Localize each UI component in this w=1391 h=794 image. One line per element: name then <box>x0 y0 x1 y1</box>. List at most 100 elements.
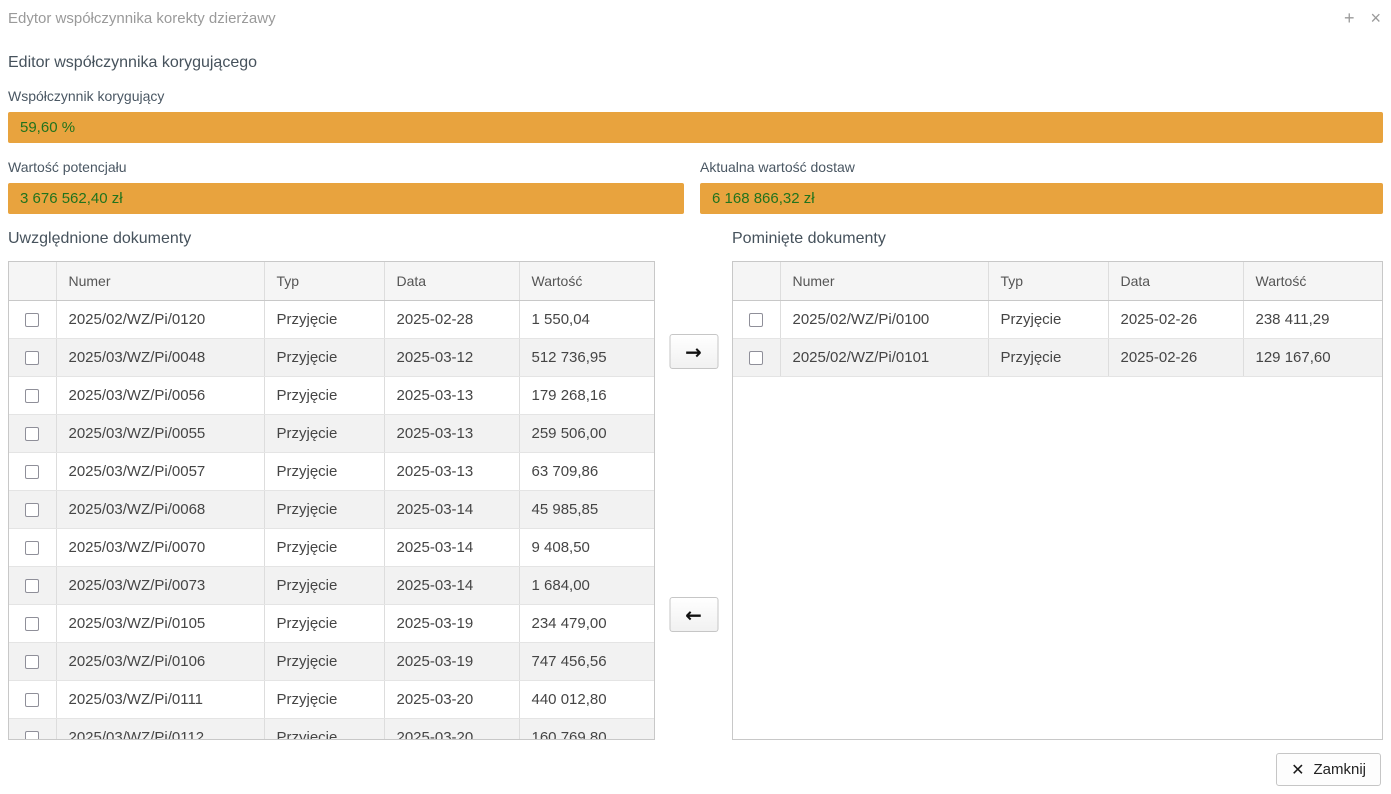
table-row: 2025/03/WZ/Pi/0106Przyjęcie2025-03-19747… <box>9 642 654 680</box>
cell-numer: 2025/03/WZ/Pi/0112 <box>56 718 264 740</box>
row-checkbox[interactable] <box>25 465 39 479</box>
row-checkbox[interactable] <box>25 655 39 669</box>
header-row: NumerTypDataWartość <box>733 262 1382 300</box>
column-header-data: Data <box>1108 262 1243 300</box>
cell-typ: Przyjęcie <box>264 642 384 680</box>
table-row: 2025/03/WZ/Pi/0105Przyjęcie2025-03-19234… <box>9 604 654 642</box>
cell-warto: 9 408,50 <box>519 528 654 566</box>
potential-value-field: 3 676 562,40 zł <box>8 183 684 214</box>
cell-data: 2025-03-13 <box>384 452 519 490</box>
cell-numer: 2025/03/WZ/Pi/0057 <box>56 452 264 490</box>
cell-data: 2025-02-28 <box>384 300 519 338</box>
deliveries-field-block: Aktualna wartość dostaw 6 168 866,32 zł <box>700 143 1383 214</box>
deliveries-label: Aktualna wartość dostaw <box>700 159 1383 175</box>
checkbox-cell <box>9 528 56 566</box>
cell-data: 2025-02-26 <box>1108 300 1243 338</box>
cell-data: 2025-03-19 <box>384 642 519 680</box>
titlebar: Edytor współczynnika korekty dzierżawy +… <box>8 8 1383 30</box>
cell-warto: 160 769,80 <box>519 718 654 740</box>
column-header-typ: Typ <box>264 262 384 300</box>
cell-data: 2025-03-13 <box>384 376 519 414</box>
skipped-documents-table-container[interactable]: NumerTypDataWartość2025/02/WZ/Pi/0100Prz… <box>732 261 1383 740</box>
documents-transfer-area: Uwzględnione dokumenty NumerTypDataWarto… <box>8 230 1383 740</box>
cell-data: 2025-03-14 <box>384 490 519 528</box>
checkbox-cell <box>9 338 56 376</box>
row-checkbox[interactable] <box>749 313 763 327</box>
checkbox-cell <box>9 642 56 680</box>
table-row: 2025/03/WZ/Pi/0073Przyjęcie2025-03-141 6… <box>9 566 654 604</box>
table-row: 2025/03/WZ/Pi/0048Przyjęcie2025-03-12512… <box>9 338 654 376</box>
checkbox-cell <box>733 300 780 338</box>
values-field-row: Wartość potencjału 3 676 562,40 zł Aktua… <box>8 143 1383 214</box>
cell-numer: 2025/03/WZ/Pi/0048 <box>56 338 264 376</box>
column-header-warto: Wartość <box>1243 262 1382 300</box>
coefficient-value-field: 59,60 % <box>8 112 1383 143</box>
cell-typ: Przyjęcie <box>988 300 1108 338</box>
table-row: 2025/02/WZ/Pi/0100Przyjęcie2025-02-26238… <box>733 300 1382 338</box>
close-button-label: Zamknij <box>1313 761 1366 778</box>
row-checkbox[interactable] <box>25 313 39 327</box>
cell-data: 2025-03-19 <box>384 604 519 642</box>
row-checkbox[interactable] <box>25 579 39 593</box>
table-row: 2025/03/WZ/Pi/0068Przyjęcie2025-03-1445 … <box>9 490 654 528</box>
titlebar-icons: + × <box>1344 8 1383 28</box>
maximize-icon[interactable]: + <box>1344 8 1355 28</box>
cell-typ: Przyjęcie <box>264 604 384 642</box>
cell-numer: 2025/02/WZ/Pi/0100 <box>780 300 988 338</box>
cell-typ: Przyjęcie <box>264 300 384 338</box>
row-checkbox[interactable] <box>25 731 39 740</box>
included-documents-table-container[interactable]: NumerTypDataWartość2025/02/WZ/Pi/0120Prz… <box>8 261 655 740</box>
column-header-numer: Numer <box>780 262 988 300</box>
cell-data: 2025-03-14 <box>384 566 519 604</box>
row-checkbox[interactable] <box>25 351 39 365</box>
row-checkbox[interactable] <box>25 541 39 555</box>
table-row: 2025/03/WZ/Pi/0055Przyjęcie2025-03-13259… <box>9 414 654 452</box>
close-button[interactable]: ✕ Zamknij <box>1276 753 1381 786</box>
select-column-header <box>733 262 780 300</box>
included-documents-section: Uwzględnione dokumenty NumerTypDataWarto… <box>8 230 655 740</box>
coefficient-label: Współczynnik korygujący <box>8 88 1383 104</box>
cell-warto: 259 506,00 <box>519 414 654 452</box>
cell-numer: 2025/03/WZ/Pi/0073 <box>56 566 264 604</box>
row-checkbox[interactable] <box>25 693 39 707</box>
row-checkbox[interactable] <box>25 503 39 517</box>
cell-numer: 2025/03/WZ/Pi/0055 <box>56 414 264 452</box>
cell-numer: 2025/03/WZ/Pi/0068 <box>56 490 264 528</box>
checkbox-cell <box>9 490 56 528</box>
row-checkbox[interactable] <box>749 351 763 365</box>
potential-label: Wartość potencjału <box>8 159 684 175</box>
close-window-icon[interactable]: × <box>1370 8 1381 28</box>
cell-warto: 63 709,86 <box>519 452 654 490</box>
checkbox-cell <box>9 452 56 490</box>
cell-data: 2025-02-26 <box>1108 338 1243 376</box>
cell-warto: 512 736,95 <box>519 338 654 376</box>
window-title: Edytor współczynnika korekty dzierżawy <box>8 8 276 27</box>
cell-data: 2025-03-20 <box>384 680 519 718</box>
cell-data: 2025-03-14 <box>384 528 519 566</box>
lease-correction-editor-dialog: Edytor współczynnika korekty dzierżawy +… <box>0 0 1391 794</box>
move-left-button[interactable]: ← <box>669 597 718 632</box>
skipped-documents-section: Pominięte dokumenty NumerTypDataWartość2… <box>732 230 1383 740</box>
cell-typ: Przyjęcie <box>264 566 384 604</box>
checkbox-cell <box>9 566 56 604</box>
deliveries-value-field: 6 168 866,32 zł <box>700 183 1383 214</box>
checkbox-cell <box>9 414 56 452</box>
checkbox-cell <box>9 604 56 642</box>
table-row: 2025/03/WZ/Pi/0112Przyjęcie2025-03-20160… <box>9 718 654 740</box>
row-checkbox[interactable] <box>25 389 39 403</box>
cell-numer: 2025/02/WZ/Pi/0120 <box>56 300 264 338</box>
column-header-warto: Wartość <box>519 262 654 300</box>
table-row: 2025/02/WZ/Pi/0120Przyjęcie2025-02-281 5… <box>9 300 654 338</box>
cell-warto: 747 456,56 <box>519 642 654 680</box>
cell-typ: Przyjęcie <box>264 452 384 490</box>
checkbox-cell <box>9 300 56 338</box>
dialog-footer: ✕ Zamknij <box>8 753 1383 786</box>
arrow-left-icon: ← <box>685 603 702 627</box>
row-checkbox[interactable] <box>25 427 39 441</box>
row-checkbox[interactable] <box>25 617 39 631</box>
header-row: NumerTypDataWartość <box>9 262 654 300</box>
cell-numer: 2025/03/WZ/Pi/0105 <box>56 604 264 642</box>
move-right-button[interactable]: → <box>669 334 718 369</box>
skipped-documents-table: NumerTypDataWartość2025/02/WZ/Pi/0100Prz… <box>733 262 1382 377</box>
cell-numer: 2025/03/WZ/Pi/0070 <box>56 528 264 566</box>
